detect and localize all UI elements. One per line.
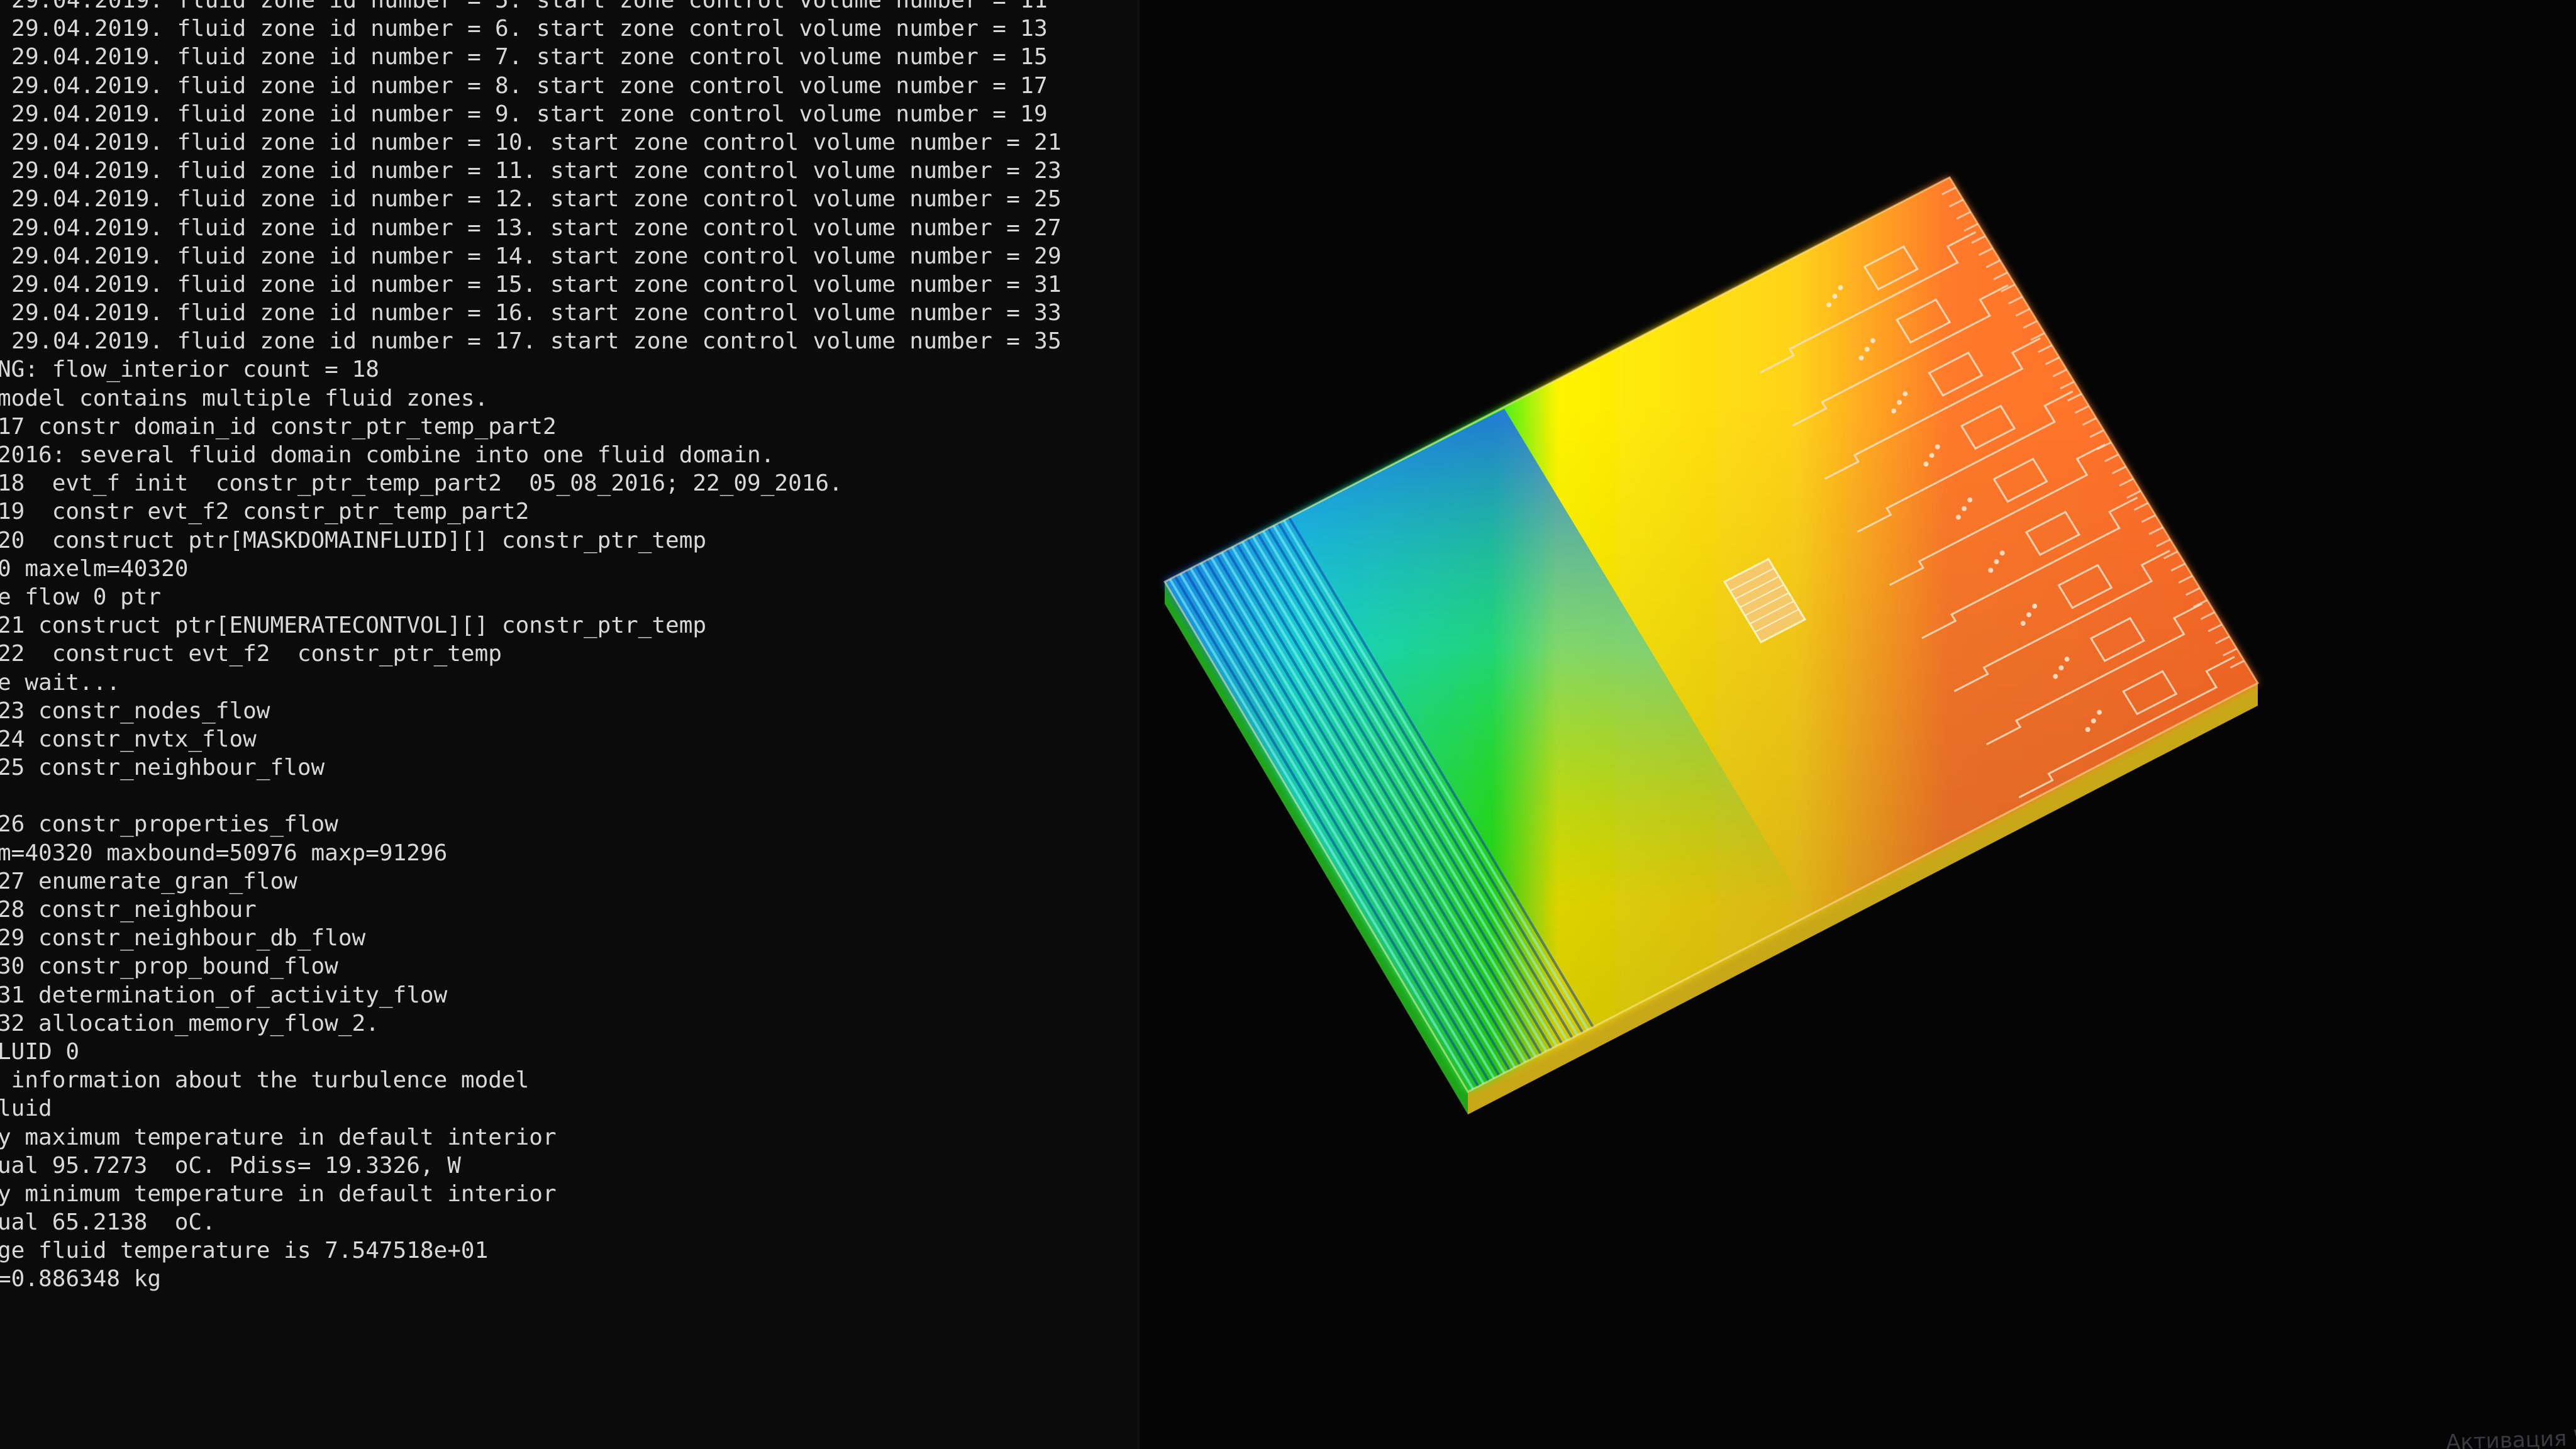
console-line: 31 determination_of_activity_flow bbox=[0, 982, 448, 1008]
console-line: 19 constr evt_f2 constr_ptr_temp_part2 bbox=[0, 499, 530, 525]
component-pin bbox=[1955, 514, 1961, 520]
console-line: 29.04.2019. fluid zone id number = 12. s… bbox=[0, 186, 1062, 213]
console-line: 2016: several fluid domain combine into … bbox=[0, 442, 775, 468]
console-line: 29.04.2019. fluid zone id number = 14. s… bbox=[0, 243, 1062, 269]
console-line: e flow 0 ptr bbox=[0, 584, 162, 610]
component-pin bbox=[1988, 567, 1994, 573]
component-pin bbox=[2032, 603, 2038, 609]
console-line: e wait... bbox=[0, 669, 121, 696]
console-line: 29.04.2019. fluid zone id number = 11. s… bbox=[0, 158, 1062, 184]
component-pin bbox=[1897, 399, 1902, 405]
console-line: 22 construct evt_f2 constr_ptr_temp bbox=[0, 641, 502, 667]
console-line: 0 maxelm=40320 bbox=[0, 555, 189, 582]
component-pin bbox=[1999, 550, 2005, 556]
desktop-screen: 29.04.2019. fluid zone id number = 5. st… bbox=[0, 0, 2576, 1449]
console-line: 29.04.2019. fluid zone id number = 10. s… bbox=[0, 129, 1062, 155]
console-line: LUID 0 bbox=[0, 1038, 80, 1065]
console-line: 21 construct ptr[ENUMERATECONTVOL][] con… bbox=[0, 613, 707, 639]
component-pin bbox=[1891, 408, 1897, 414]
component-pin bbox=[1902, 391, 1908, 397]
component-pin bbox=[2064, 657, 2070, 662]
component-pin bbox=[1994, 559, 1999, 565]
console-line: 20 construct ptr[MASKDOMAINFLUID][] cons… bbox=[0, 527, 707, 553]
console-line: 32 allocation_memory_flow_2. bbox=[0, 1010, 379, 1036]
console-line: 23 constr_nodes_flow bbox=[0, 697, 270, 724]
console-line: 29.04.2019. fluid zone id number = 7. st… bbox=[0, 44, 1048, 70]
console-line: 17 constr domain_id constr_ptr_temp_part… bbox=[0, 413, 557, 440]
component-pin bbox=[1832, 293, 1838, 299]
console-line: 29.04.2019. fluid zone id number = 9. st… bbox=[0, 101, 1048, 127]
component-pin bbox=[2026, 612, 2031, 618]
console-line: information about the turbulence model bbox=[0, 1067, 530, 1094]
component-pin bbox=[1935, 444, 1940, 450]
component-pin bbox=[2053, 674, 2058, 679]
console-line: 30 constr_prop_bound_flow bbox=[0, 953, 338, 980]
console-line: model contains multiple fluid zones. bbox=[0, 385, 489, 411]
console-line: 27 enumerate_gran_flow bbox=[0, 868, 297, 894]
component-pin bbox=[1864, 347, 1870, 352]
console-line: ual 65.2138 oC. bbox=[0, 1209, 216, 1236]
console-line: 28 constr_neighbour bbox=[0, 897, 257, 923]
console-line: =0.886348 kg bbox=[0, 1266, 162, 1292]
temperature-field-model[interactable] bbox=[1140, 0, 2576, 1449]
console-line: 29.04.2019. fluid zone id number = 16. s… bbox=[0, 300, 1062, 326]
3d-viewer[interactable] bbox=[1140, 0, 2576, 1449]
console-line: y maximum temperature in default interio… bbox=[0, 1124, 557, 1150]
component-pin bbox=[1967, 497, 1973, 502]
console-window[interactable]: 29.04.2019. fluid zone id number = 5. st… bbox=[0, 0, 1140, 1449]
console-line: m=40320 maxbound=50976 maxp=91296 bbox=[0, 840, 448, 866]
slab-shading bbox=[1165, 177, 2258, 1092]
console-line: 29.04.2019. fluid zone id number = 5. st… bbox=[0, 0, 1048, 13]
component-pin bbox=[1962, 506, 1967, 511]
component-pin bbox=[2058, 665, 2064, 670]
console-line: 26 constr_properties_flow bbox=[0, 811, 338, 838]
component-pin bbox=[1929, 453, 1935, 458]
console-line: 29.04.2019. fluid zone id number = 6. st… bbox=[0, 16, 1048, 42]
console-line: 18 evt_f init constr_ptr_temp_part2 05_0… bbox=[0, 470, 843, 497]
component-pin bbox=[2085, 727, 2090, 733]
component-pin bbox=[2020, 621, 2026, 626]
console-output: 29.04.2019. fluid zone id number = 5. st… bbox=[0, 0, 1130, 1294]
console-line: 25 constr_neighbour_flow bbox=[0, 755, 325, 781]
component-pin bbox=[1838, 285, 1843, 291]
component-pin bbox=[2097, 709, 2102, 715]
console-line: 29 constr_neighbour_db_flow bbox=[0, 925, 366, 952]
console-line: 29.04.2019. fluid zone id number = 13. s… bbox=[0, 214, 1062, 241]
console-line: 24 constr_nvtx_flow bbox=[0, 726, 257, 752]
console-line: 29.04.2019. fluid zone id number = 8. st… bbox=[0, 72, 1048, 99]
console-line: 29.04.2019. fluid zone id number = 17. s… bbox=[0, 328, 1062, 355]
console-line: 29.04.2019. fluid zone id number = 15. s… bbox=[0, 271, 1062, 297]
console-line: ual 95.7273 oC. Pdiss= 19.3326, W bbox=[0, 1152, 461, 1179]
console-line: ge fluid temperature is 7.547518e+01 bbox=[0, 1238, 489, 1264]
component-pin bbox=[1826, 302, 1832, 308]
component-pin bbox=[2090, 718, 2096, 724]
console-line: NG: flow_interior count = 18 bbox=[0, 357, 379, 383]
console-line: luid bbox=[0, 1096, 52, 1122]
component-pin bbox=[1870, 338, 1875, 343]
component-pin bbox=[1858, 355, 1864, 361]
console-line: y minimum temperature in default interio… bbox=[0, 1180, 557, 1207]
component-pin bbox=[1923, 461, 1929, 467]
